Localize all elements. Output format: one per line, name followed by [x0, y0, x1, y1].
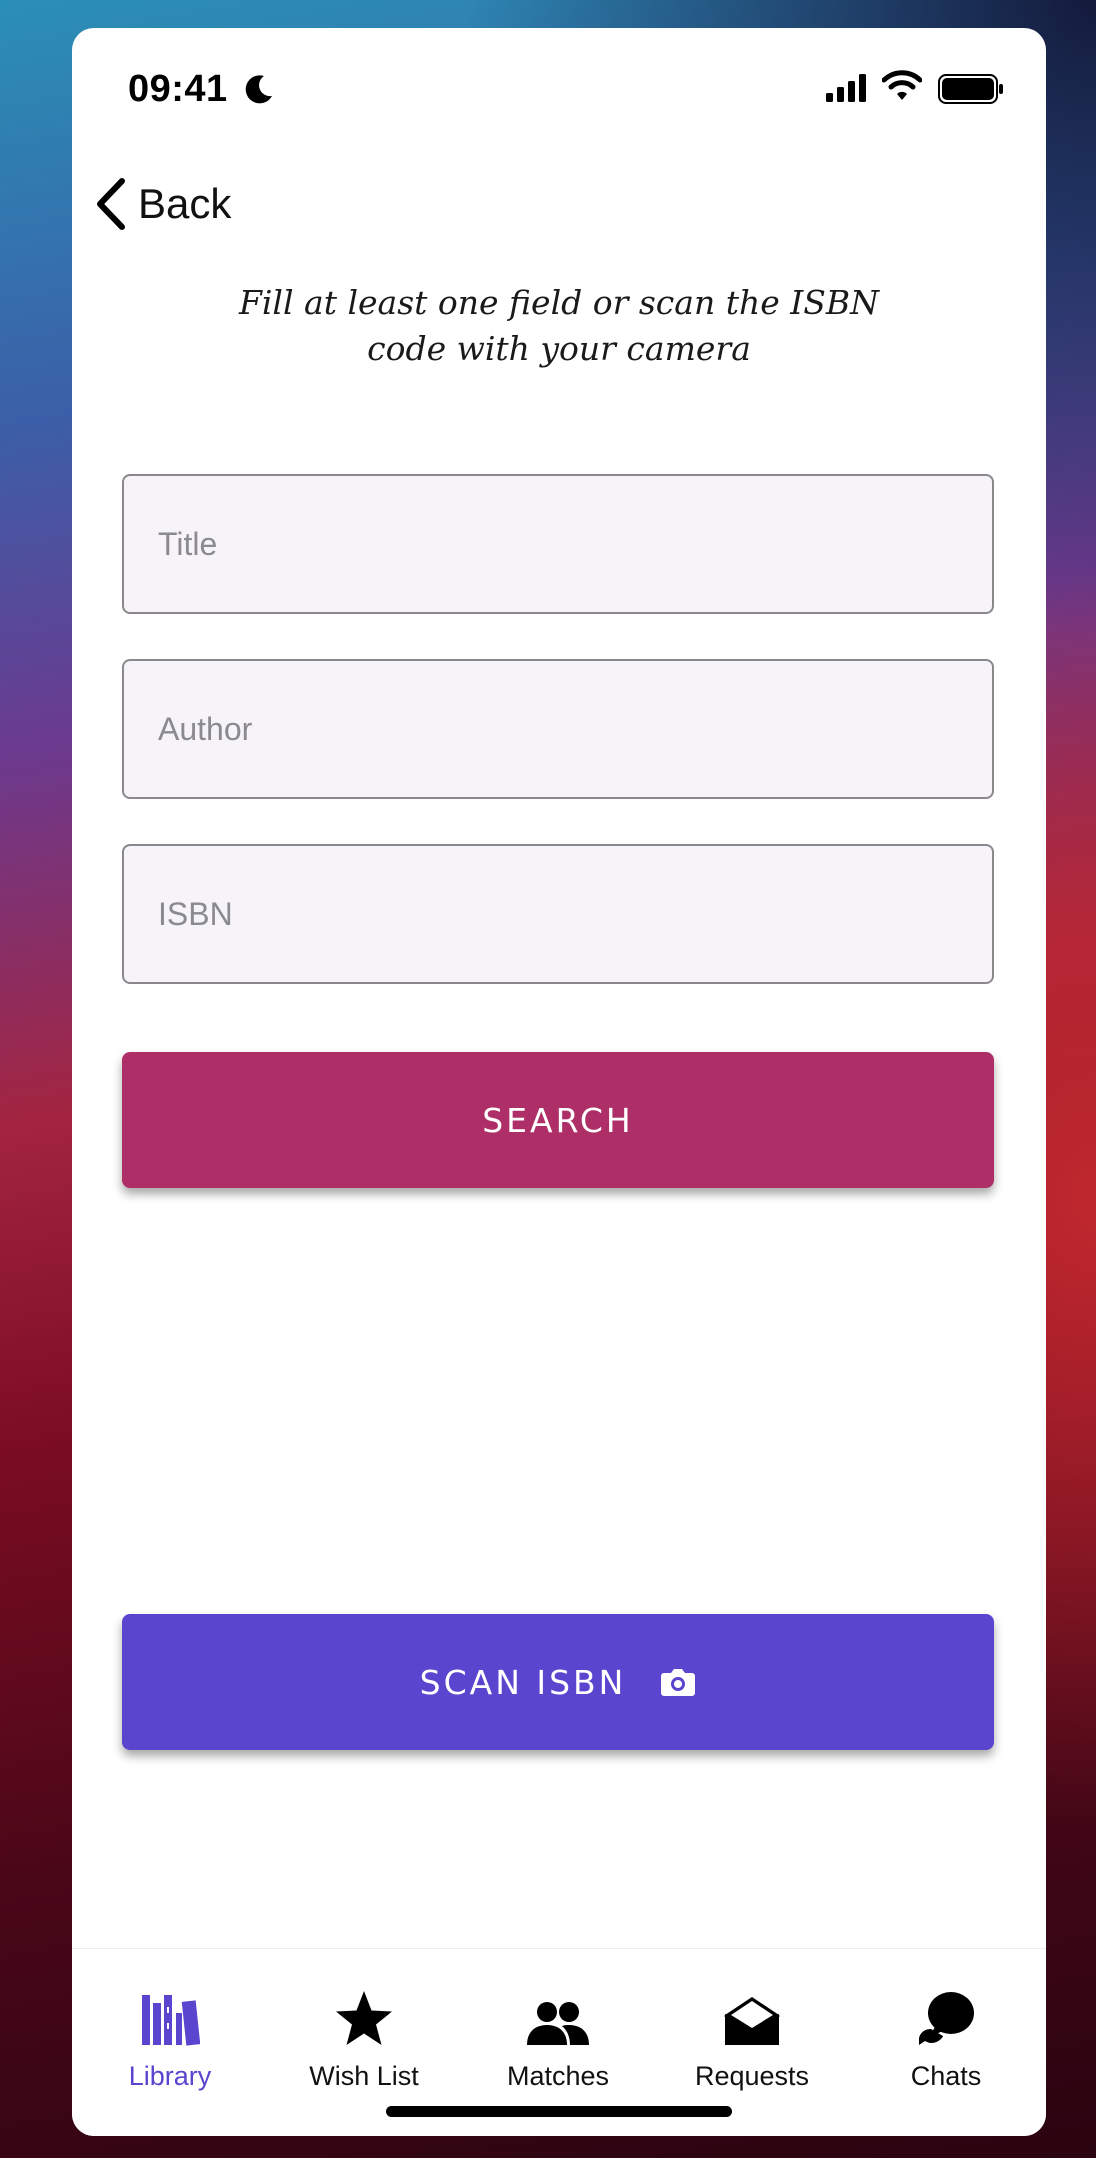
tab-chats-label: Chats [910, 2061, 982, 2091]
tab-requests[interactable]: Requests [672, 1985, 832, 2092]
tab-library[interactable]: Library [90, 1985, 250, 2092]
chevron-left-icon [97, 178, 125, 230]
instructions-line-2: code with your camera [367, 329, 751, 368]
tab-matches-label: Matches [506, 2061, 610, 2091]
author-input[interactable] [124, 661, 992, 797]
scan-isbn-button-label: SCAN ISBN [419, 1662, 627, 1702]
camera-icon [661, 1669, 696, 1696]
cellular-signal-icon [826, 74, 866, 102]
tab-wish-list[interactable]: Wish List [284, 1985, 444, 2092]
search-button[interactable]: SEARCH [122, 1052, 994, 1188]
tab-chats[interactable]: Chats [866, 1985, 1026, 2092]
envelope-open-icon [724, 1997, 780, 2045]
battery-icon [938, 74, 1003, 104]
back-button[interactable]: Back [94, 174, 231, 234]
people-icon [527, 2002, 589, 2045]
status-bar: 09:41 [72, 28, 1046, 148]
instructions-line-1: Fill at least one field or scan the ISBN [238, 283, 880, 322]
instructions-text: Fill at least one field or scan the ISBN… [192, 280, 926, 372]
title-field[interactable] [122, 474, 994, 614]
tab-requests-label: Requests [694, 2061, 810, 2091]
chat-bubbles-icon [919, 1992, 974, 2045]
scan-isbn-button[interactable]: SCAN ISBN [122, 1614, 994, 1750]
search-button-label: SEARCH [482, 1100, 634, 1140]
title-input[interactable] [124, 476, 992, 612]
author-field[interactable] [122, 659, 994, 799]
isbn-input[interactable] [124, 846, 992, 982]
tab-wish-list-label: Wish List [309, 2061, 419, 2091]
back-label: Back [138, 180, 232, 227]
tab-library-label: Library [128, 2061, 212, 2091]
home-indicator [386, 2106, 732, 2117]
star-icon [336, 1991, 392, 2045]
library-icon [142, 1995, 200, 2046]
moon-icon [245, 75, 272, 104]
phone-screen: 09:41 Back Fill at least one field or sc… [72, 28, 1046, 2136]
wifi-icon [882, 70, 922, 100]
tab-matches[interactable]: Matches [478, 1985, 638, 2092]
status-time: 09:41 [128, 68, 228, 110]
isbn-field[interactable] [122, 844, 994, 984]
